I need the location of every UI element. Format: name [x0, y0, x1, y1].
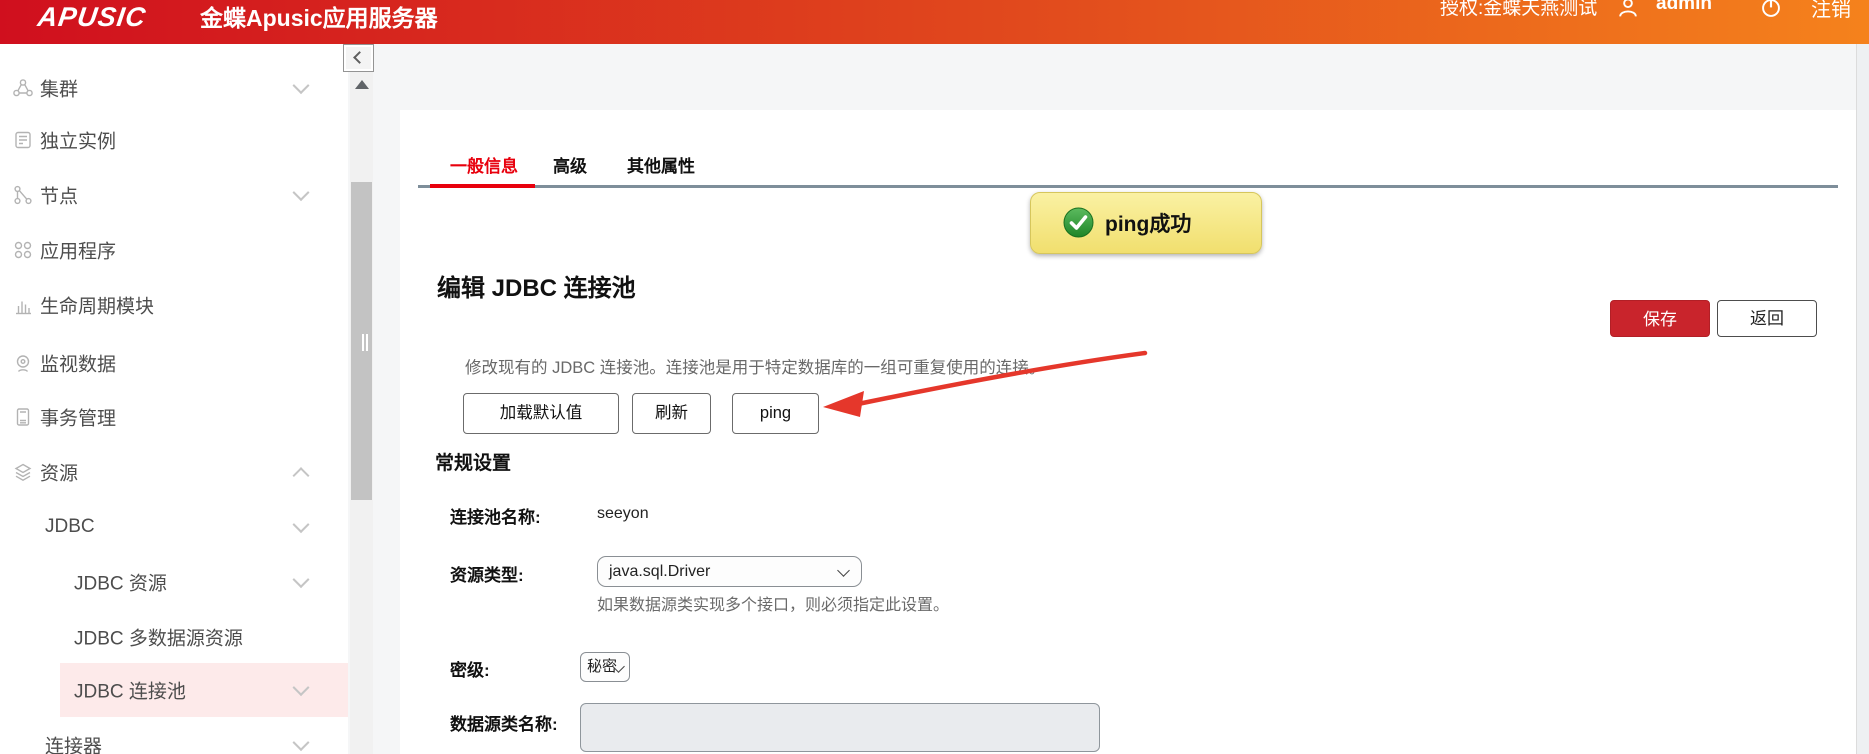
section-title: 常规设置	[435, 453, 512, 474]
field-label-security-level: 密级:	[450, 661, 490, 680]
tab-advanced[interactable]: 高级	[553, 152, 587, 177]
tab-underline	[418, 185, 1838, 188]
user-icon	[1617, 0, 1639, 25]
layers-icon	[12, 461, 34, 483]
sidebar-item-standalone-instance[interactable]: 独立实例	[0, 113, 348, 167]
refresh-button[interactable]: 刷新	[632, 393, 711, 434]
sidebar-item-label: 节点	[40, 186, 79, 208]
ping-success-toast: ping成功	[1030, 192, 1262, 254]
chevron-down-icon	[292, 516, 310, 534]
node-icon	[12, 184, 34, 206]
chevron-down-icon	[837, 564, 850, 577]
toast-message: ping成功	[1105, 213, 1192, 236]
resource-type-selected-value: java.sql.Driver	[609, 563, 711, 580]
field-label-pool-name: 连接池名称:	[450, 508, 541, 527]
barchart-icon	[12, 294, 34, 316]
page-description: 修改现有的 JDBC 连接池。连接池是用于特定数据库的一组可重复使用的连接。	[465, 359, 1046, 377]
webcam-icon	[12, 352, 34, 374]
sidebar-item-label: 生命周期模块	[40, 296, 155, 318]
power-icon[interactable]	[1760, 0, 1782, 25]
sidebar-item-resources[interactable]: 资源	[0, 445, 348, 499]
sidebar-item-label: JDBC 多数据源资源	[74, 628, 243, 650]
chevron-down-icon	[292, 734, 310, 752]
sidebar-item-label: 事务管理	[40, 408, 117, 430]
sidebar-item-lifecycle-modules[interactable]: 生命周期模块	[0, 278, 348, 332]
sidebar-item-jdbc-resources[interactable]: JDBC 资源	[0, 555, 348, 609]
sidebar-item-jdbc[interactable]: JDBC	[0, 500, 348, 554]
chevron-down-icon	[292, 77, 310, 95]
sidebar-item-label: 集群	[40, 79, 79, 101]
success-check-icon	[1063, 207, 1094, 238]
chevron-up-icon	[292, 467, 310, 485]
resource-type-select[interactable]: java.sql.Driver	[597, 556, 862, 587]
field-label-resource-type: 资源类型:	[450, 566, 524, 585]
logout-button[interactable]: 注销	[1811, 0, 1851, 21]
back-button[interactable]: 返回	[1717, 300, 1817, 337]
sidebar-item-monitor-data[interactable]: 监视数据	[0, 336, 348, 390]
app-header: APUSIC 金蝶Apusic应用服务器 授权:金蝶天燕测试 admin 注销	[0, 0, 1869, 44]
sidebar-item-label: 资源	[40, 463, 79, 485]
security-level-select[interactable]: 秘密	[580, 652, 630, 682]
license-text: 授权:金蝶天燕测试	[1440, 0, 1598, 19]
sidebar-item-label: 监视数据	[40, 354, 117, 376]
window-scrollbar[interactable]	[1856, 44, 1869, 754]
sidebar-item-node[interactable]: 节点	[0, 168, 348, 222]
sidebar-item-label: JDBC 资源	[74, 573, 167, 595]
sidebar-item-label: 连接器	[45, 736, 103, 754]
load-defaults-button[interactable]: 加载默认值	[463, 393, 619, 434]
sidebar-item-jdbc-multi-datasource[interactable]: JDBC 多数据源资源	[0, 610, 348, 664]
sidebar-item-label: JDBC 连接池	[74, 681, 186, 703]
active-tab-underline	[430, 184, 535, 188]
sidebar-item-label: 独立实例	[40, 131, 117, 153]
instance-icon	[12, 129, 34, 151]
apusic-logo: APUSIC	[35, 2, 149, 32]
username-label[interactable]: admin	[1656, 0, 1712, 21]
chevron-left-icon	[353, 51, 366, 64]
chevron-down-icon	[292, 679, 310, 697]
sidebar-scrollbar-thumb[interactable]	[351, 182, 372, 500]
resize-grip-icon	[362, 334, 364, 351]
resource-type-help-text: 如果数据源类实现多个接口，则必须指定此设置。	[597, 597, 950, 614]
server-icon	[12, 406, 34, 428]
page-title: 编辑 JDBC 连接池	[437, 275, 636, 302]
apps-icon	[12, 239, 34, 261]
sidebar-collapse-button[interactable]	[343, 44, 374, 72]
cluster-icon	[12, 77, 34, 99]
resize-grip-icon	[366, 334, 368, 351]
product-title: 金蝶Apusic应用服务器	[200, 5, 438, 31]
sidebar-item-label: JDBC	[45, 516, 95, 537]
scrollbar-up-arrow[interactable]	[355, 80, 369, 89]
sidebar-nav: 集群独立实例节点应用程序生命周期模块 监视数据事务管理资源 JDBC JDBC 资源 J…	[0, 44, 348, 754]
sidebar-item-connectors[interactable]: 连接器	[0, 718, 348, 754]
chevron-down-icon	[292, 184, 310, 202]
sidebar-item-label: 应用程序	[40, 241, 117, 263]
sidebar-item-applications[interactable]: 应用程序	[0, 223, 348, 277]
chevron-down-icon	[292, 571, 310, 589]
pool-name-value: seeyon	[597, 505, 649, 522]
sidebar-item-transaction-management[interactable]: 事务管理	[0, 390, 348, 444]
save-button[interactable]: 保存	[1610, 300, 1710, 337]
sidebar-item-jdbc-connection-pool[interactable]: JDBC 连接池	[0, 663, 348, 717]
tab-other-properties[interactable]: 其他属性	[627, 152, 695, 177]
ping-button[interactable]: ping	[732, 393, 819, 434]
tab-general-info[interactable]: 一般信息	[450, 152, 518, 177]
datasource-class-input[interactable]	[580, 703, 1100, 752]
field-label-datasource-class: 数据源类名称:	[450, 715, 558, 734]
sidebar-item-cluster[interactable]: 集群	[0, 61, 348, 115]
apusic-admin-console: APUSIC 金蝶Apusic应用服务器 授权:金蝶天燕测试 admin 注销 …	[0, 0, 1869, 754]
